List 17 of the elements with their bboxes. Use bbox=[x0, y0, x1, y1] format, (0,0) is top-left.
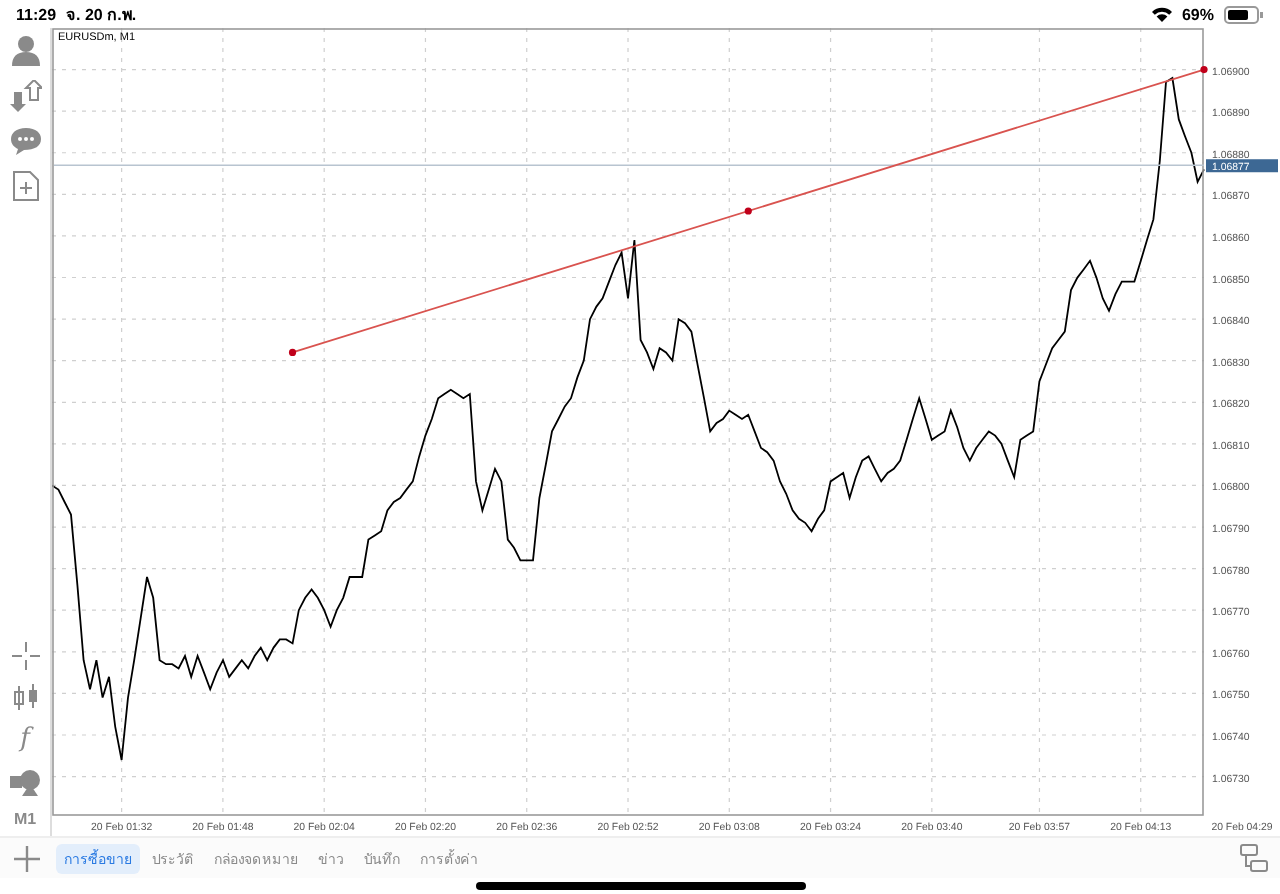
battery-icon bbox=[1224, 5, 1264, 23]
chat-icon[interactable] bbox=[9, 126, 41, 156]
crosshair-icon[interactable] bbox=[11, 642, 39, 670]
indicator-function-button[interactable]: f bbox=[20, 726, 30, 754]
candlestick-icon[interactable] bbox=[11, 684, 39, 712]
wifi-icon bbox=[1151, 6, 1172, 22]
clock-time: 11:29 bbox=[16, 5, 57, 23]
add-icon[interactable] bbox=[14, 845, 40, 871]
objects-shapes-icon[interactable] bbox=[9, 768, 41, 796]
date-text: จ. 20 ก.พ. bbox=[66, 3, 137, 27]
battery-percent: 69% bbox=[1181, 5, 1214, 23]
account-icon[interactable] bbox=[9, 34, 41, 66]
trend-line[interactable] bbox=[288, 66, 1208, 356]
split-layout-icon[interactable] bbox=[1240, 844, 1268, 872]
timeframe-button[interactable]: M1 bbox=[13, 810, 37, 828]
new-document-icon[interactable] bbox=[11, 170, 39, 202]
transfer-arrows-icon[interactable] bbox=[9, 80, 41, 112]
